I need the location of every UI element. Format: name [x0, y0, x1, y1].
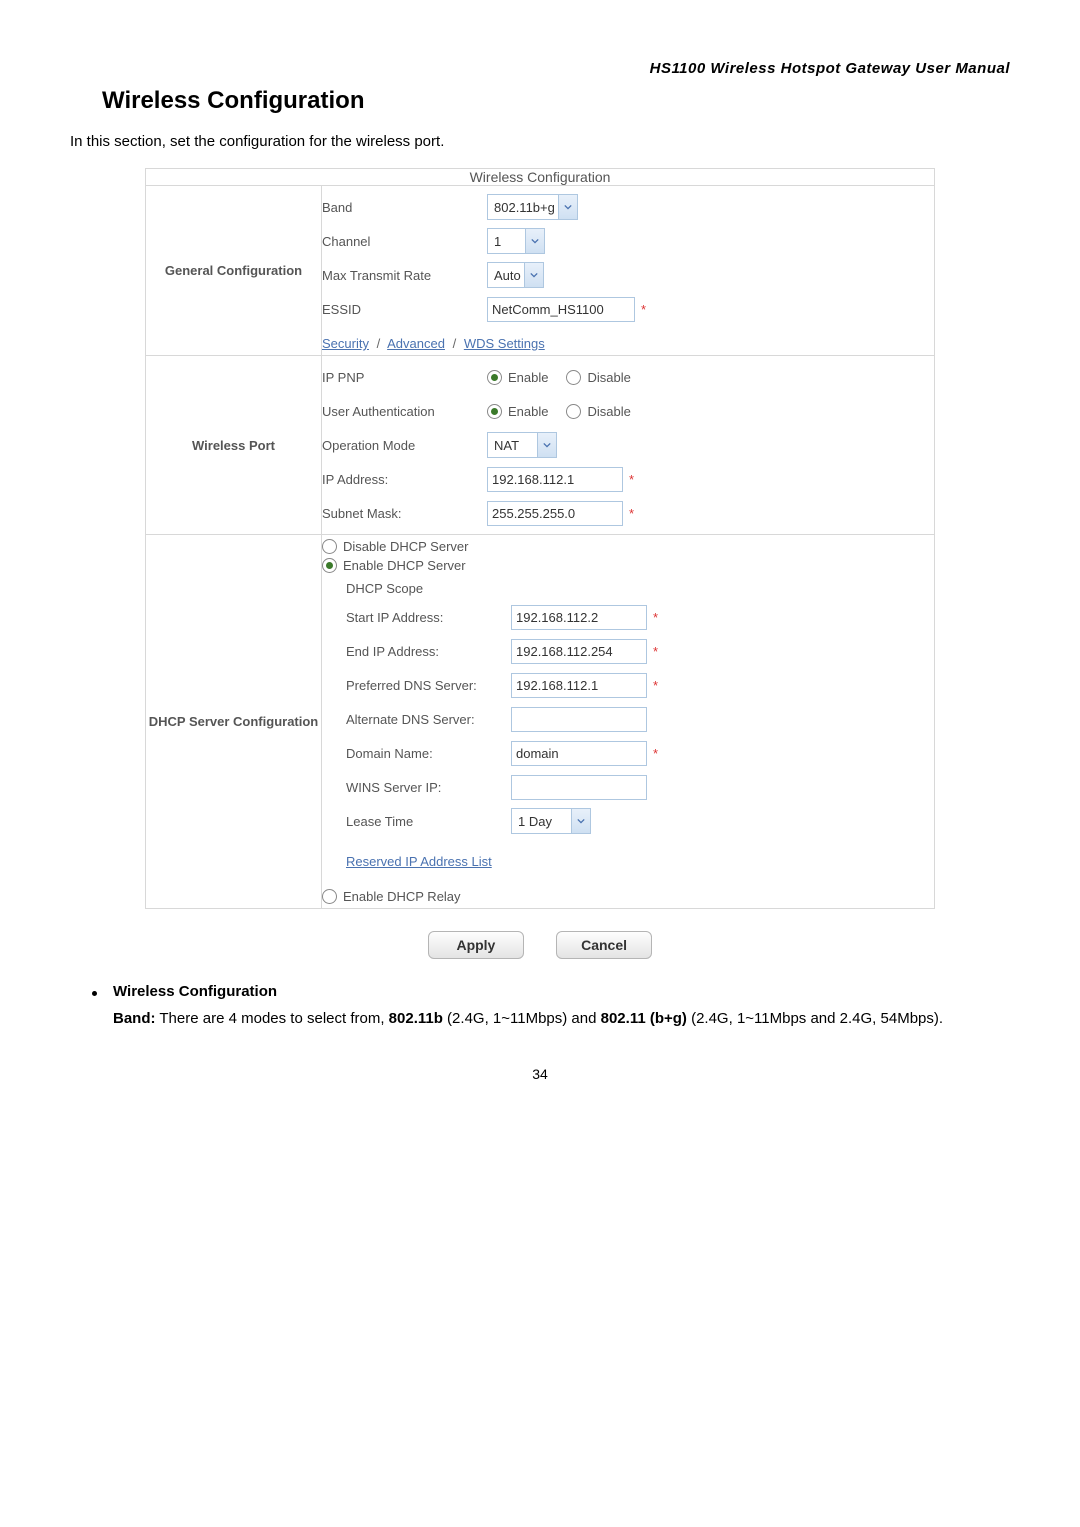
- dhcp-relay-label: Enable DHCP Relay: [343, 889, 461, 904]
- essid-input[interactable]: [487, 297, 635, 322]
- apply-button[interactable]: Apply: [428, 931, 524, 959]
- userauth-enable-radio[interactable]: [487, 404, 502, 419]
- dhcp-disable-radio[interactable]: [322, 539, 337, 554]
- band-label: Band: [322, 200, 487, 215]
- enable-label: Enable: [508, 370, 548, 385]
- desc-body: Band: There are 4 modes to select from, …: [113, 1006, 1010, 1032]
- userauth-disable-radio[interactable]: [566, 404, 581, 419]
- band-text-2: (2.4G, 1~11Mbps) and: [443, 1010, 601, 1027]
- band-key: Band:: [113, 1010, 156, 1027]
- startip-label: Start IP Address:: [346, 610, 511, 625]
- dhcp-scope-label: DHCP Scope: [346, 581, 934, 596]
- domain-label: Domain Name:: [346, 746, 511, 761]
- required-mark: *: [653, 644, 658, 659]
- band-value: 802.11b+g: [494, 200, 555, 215]
- band-text-3: (2.4G, 1~11Mbps and 2.4G, 54Mbps).: [687, 1010, 943, 1027]
- link-sep: /: [377, 336, 381, 351]
- cancel-button[interactable]: Cancel: [556, 931, 652, 959]
- endip-input[interactable]: [511, 639, 647, 664]
- section-wport-label: Wireless Port: [146, 356, 322, 535]
- chevron-down-icon: [524, 263, 543, 287]
- desc-heading: Wireless Configuration: [113, 983, 277, 1000]
- channel-label: Channel: [322, 234, 487, 249]
- section-general-label: General Configuration: [146, 186, 322, 356]
- dhcp-enable-radio[interactable]: [322, 558, 337, 573]
- band-select[interactable]: 802.11b+g: [487, 194, 578, 220]
- wireless-config-table: Wireless Configuration General Configura…: [145, 168, 935, 909]
- pdns-input[interactable]: [511, 673, 647, 698]
- essid-label: ESSID: [322, 302, 487, 317]
- band-text-1: There are 4 modes to select from,: [156, 1010, 389, 1027]
- disable-label: Disable: [587, 370, 630, 385]
- enable-label: Enable: [508, 404, 548, 419]
- subnet-input[interactable]: [487, 501, 623, 526]
- required-mark: *: [629, 506, 634, 521]
- opmode-label: Operation Mode: [322, 438, 487, 453]
- button-row: Apply Cancel: [70, 931, 1010, 959]
- chevron-down-icon: [571, 809, 590, 833]
- page-title: Wireless Configuration: [102, 87, 1010, 115]
- table-caption: Wireless Configuration: [146, 169, 935, 186]
- lease-select[interactable]: 1 Day: [511, 808, 591, 834]
- ipaddr-input[interactable]: [487, 467, 623, 492]
- ippnp-disable-radio[interactable]: [566, 370, 581, 385]
- domain-input[interactable]: [511, 741, 647, 766]
- page-number: 34: [70, 1066, 1010, 1082]
- disable-label: Disable: [587, 404, 630, 419]
- adns-input[interactable]: [511, 707, 647, 732]
- endip-label: End IP Address:: [346, 644, 511, 659]
- dhcp-relay-radio[interactable]: [322, 889, 337, 904]
- required-mark: *: [653, 610, 658, 625]
- wins-label: WINS Server IP:: [346, 780, 511, 795]
- band-bg: 802.11 (b+g): [601, 1010, 687, 1027]
- dhcp-enable-label: Enable DHCP Server: [343, 558, 466, 573]
- userauth-label: User Authentication: [322, 404, 487, 419]
- rate-label: Max Transmit Rate: [322, 268, 487, 283]
- description-section: Wireless Configuration Band: There are 4…: [70, 983, 1010, 1032]
- band-b: 802.11b: [389, 1010, 443, 1027]
- lease-label: Lease Time: [346, 814, 511, 829]
- reserved-ip-link[interactable]: Reserved IP Address List: [346, 854, 492, 869]
- general-links: Security / Advanced / WDS Settings: [322, 336, 934, 351]
- required-mark: *: [629, 472, 634, 487]
- section-dhcp-fields: Disable DHCP Server Enable DHCP Server D…: [322, 535, 935, 909]
- advanced-link[interactable]: Advanced: [387, 336, 445, 351]
- chevron-down-icon: [558, 195, 577, 219]
- opmode-select[interactable]: NAT: [487, 432, 557, 458]
- security-link[interactable]: Security: [322, 336, 369, 351]
- section-dhcp-label: DHCP Server Configuration: [146, 535, 322, 909]
- required-mark: *: [641, 302, 646, 317]
- rate-select[interactable]: Auto: [487, 262, 544, 288]
- opmode-value: NAT: [494, 438, 519, 453]
- lease-value: 1 Day: [518, 814, 552, 829]
- bullet-icon: [92, 991, 97, 996]
- wins-input[interactable]: [511, 775, 647, 800]
- required-mark: *: [653, 678, 658, 693]
- wds-link[interactable]: WDS Settings: [464, 336, 545, 351]
- adns-label: Alternate DNS Server:: [346, 712, 511, 727]
- pdns-label: Preferred DNS Server:: [346, 678, 511, 693]
- chevron-down-icon: [525, 229, 544, 253]
- chevron-down-icon: [537, 433, 556, 457]
- manual-title: HS1100 Wireless Hotspot Gateway User Man…: [70, 60, 1010, 77]
- channel-value: 1: [494, 234, 501, 249]
- subnet-label: Subnet Mask:: [322, 506, 487, 521]
- required-mark: *: [653, 746, 658, 761]
- ippnp-label: IP PNP: [322, 370, 487, 385]
- intro-text: In this section, set the configuration f…: [70, 133, 1010, 150]
- channel-select[interactable]: 1: [487, 228, 545, 254]
- section-general-fields: Band 802.11b+g Channel 1 Max Transmit Ra…: [322, 186, 935, 356]
- link-sep: /: [453, 336, 457, 351]
- rate-value: Auto: [494, 268, 521, 283]
- ipaddr-label: IP Address:: [322, 472, 487, 487]
- dhcp-disable-label: Disable DHCP Server: [343, 539, 468, 554]
- section-wport-fields: IP PNP Enable Disable User Authenticatio…: [322, 356, 935, 535]
- startip-input[interactable]: [511, 605, 647, 630]
- ippnp-enable-radio[interactable]: [487, 370, 502, 385]
